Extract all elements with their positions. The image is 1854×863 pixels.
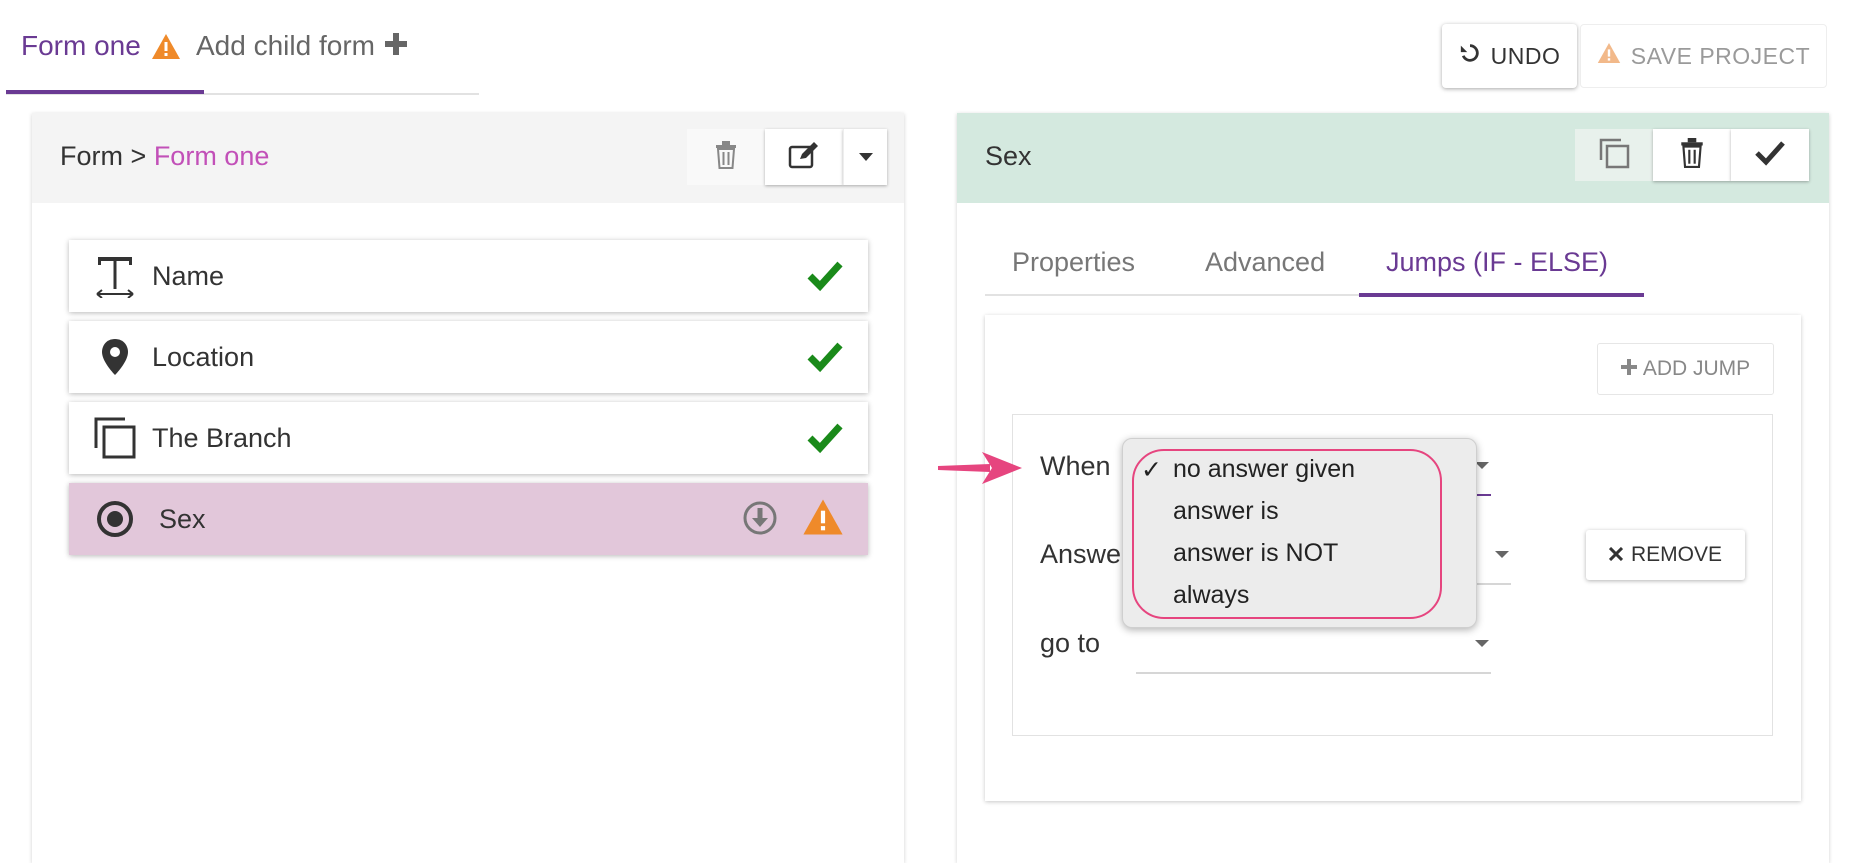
form-actions-dropdown[interactable] (843, 129, 887, 185)
highlight-annotation (1132, 449, 1442, 619)
add-jump-button[interactable]: ADD JUMP (1597, 343, 1774, 395)
trash-icon (714, 140, 738, 174)
question-item[interactable]: Location (69, 321, 868, 393)
breadcrumb-separator: > (130, 141, 147, 171)
check-icon (806, 256, 844, 299)
delete-question-button[interactable] (1653, 129, 1731, 181)
question-title: Sex (985, 141, 1032, 171)
question-label: The Branch (152, 422, 292, 453)
caret-down-icon (1475, 640, 1489, 647)
remove-label: REMOVE (1630, 543, 1722, 566)
check-icon (806, 418, 844, 461)
warning-icon (802, 497, 844, 542)
duplicate-question-button[interactable] (1575, 129, 1653, 181)
download-circle-icon[interactable] (742, 500, 778, 541)
save-project-label: SAVE PROJECT (1630, 42, 1811, 69)
left-panel-header: Form > Form one (32, 113, 904, 203)
plus-icon (1620, 357, 1637, 381)
question-item-selected[interactable]: Sex (69, 483, 868, 555)
question-label: Sex (159, 503, 206, 534)
goto-select[interactable] (1136, 672, 1491, 674)
active-tab-indicator (6, 90, 204, 94)
remove-jump-button[interactable]: REMOVE (1586, 530, 1745, 580)
undo-label: UNDO (1490, 42, 1561, 69)
add-jump-label: ADD JUMP (1642, 357, 1751, 380)
branch-copy-icon (93, 416, 137, 460)
breadcrumb-current: Form one (153, 141, 270, 171)
form-tabs: Form one Add child form (6, 0, 479, 95)
form-actions (687, 129, 887, 185)
edit-form-button[interactable] (765, 129, 843, 185)
plus-icon (384, 30, 407, 62)
question-item[interactable]: Name (69, 240, 868, 312)
caret-down-icon (858, 148, 873, 166)
delete-form-button[interactable] (687, 129, 765, 185)
form-structure-panel: Form > Form one Name Location The Branch… (32, 113, 904, 863)
tab-jumps[interactable]: Jumps (IF - ELSE) (1386, 247, 1608, 278)
question-label: Name (152, 260, 225, 291)
check-icon (1755, 140, 1785, 171)
warning-icon (151, 33, 181, 60)
tab-form-one-label: Form one (21, 30, 141, 61)
tab-properties[interactable]: Properties (1012, 247, 1135, 278)
tab-advanced[interactable]: Advanced (1205, 247, 1325, 278)
question-label: Location (152, 341, 255, 372)
radio-icon (93, 497, 137, 541)
save-project-button[interactable]: SAVE PROJECT (1580, 24, 1827, 88)
arrow-annotation-icon (938, 450, 1022, 491)
breadcrumb: Form > Form one (60, 141, 269, 172)
tab-form-one[interactable]: Form one (21, 30, 181, 62)
answer-label: Answe (1040, 539, 1122, 569)
undo-icon (1459, 42, 1481, 70)
copy-icon (1598, 137, 1630, 174)
caret-down-icon (1475, 462, 1489, 469)
warning-icon (1597, 42, 1621, 70)
right-panel-header: Sex (957, 113, 1829, 203)
confirm-question-button[interactable] (1731, 129, 1809, 181)
caret-down-icon (1495, 551, 1509, 558)
location-pin-icon (93, 335, 137, 379)
breadcrumb-root: Form (60, 141, 123, 171)
active-tab-indicator (1359, 293, 1644, 297)
text-type-icon (93, 254, 137, 298)
add-child-form-label: Add child form (196, 30, 375, 61)
edit-icon (788, 141, 820, 174)
when-label: When (1040, 451, 1111, 481)
goto-label: go to (1040, 628, 1101, 658)
question-actions (1575, 129, 1809, 181)
question-item[interactable]: The Branch (69, 402, 868, 474)
check-icon (806, 337, 844, 380)
undo-button[interactable]: UNDO (1442, 24, 1577, 88)
close-icon (1608, 543, 1624, 567)
add-child-form-tab[interactable]: Add child form (196, 30, 407, 62)
trash-icon (1679, 137, 1705, 173)
